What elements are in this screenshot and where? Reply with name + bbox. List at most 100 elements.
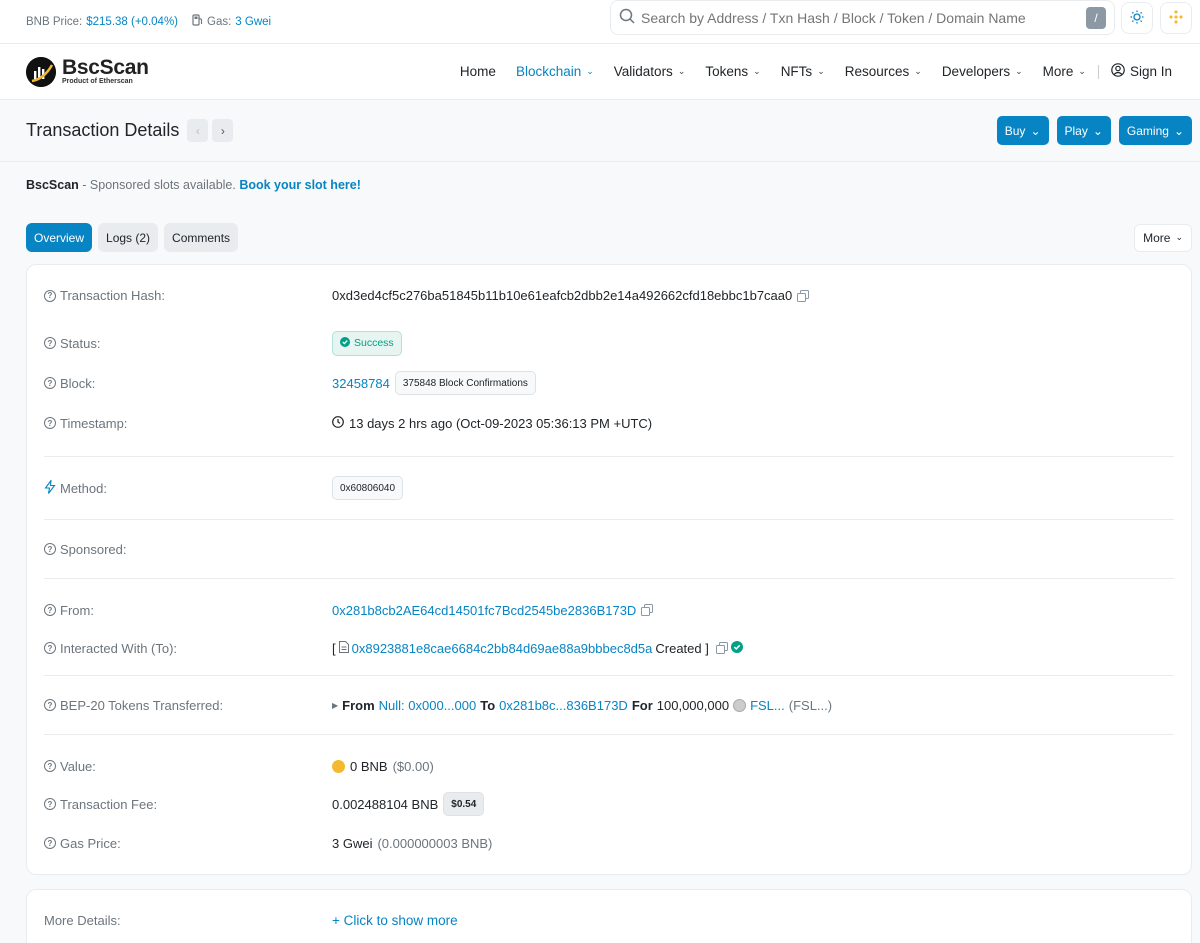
brand-tagline: Product of Etherscan bbox=[62, 78, 133, 85]
token-logo-icon bbox=[733, 698, 747, 712]
nav-item-blockchain[interactable]: Blockchain ⌄ bbox=[506, 64, 604, 79]
nav-divider bbox=[1097, 64, 1099, 79]
detail-row-block: ? Block: 32458784 375848 Block Confirmati… bbox=[44, 363, 1174, 403]
nav-item-validators[interactable]: Validators ⌄ bbox=[604, 64, 696, 79]
tab-logs[interactable]: Logs (2) bbox=[98, 223, 159, 252]
sign-in-label: Sign In bbox=[1129, 64, 1172, 79]
book-slot-link[interactable]: Book your slot here! bbox=[239, 178, 361, 192]
nav-item-label: Tokens bbox=[705, 64, 749, 79]
chevron-down-icon: ⌄ bbox=[1175, 232, 1183, 242]
nav-item-label: More bbox=[1042, 64, 1074, 79]
play-label: Play bbox=[1064, 123, 1088, 138]
search-input[interactable] bbox=[641, 9, 1086, 26]
tx-hash-value: 0xd3ed4cf5c276ba51845b11b10e61eafcb2dbb2… bbox=[332, 288, 793, 303]
brand-name: BscScan bbox=[62, 56, 149, 79]
bnb-price-value[interactable]: $215.38 (+0.04%) bbox=[86, 16, 178, 28]
main-navbar: BscScan Product of Etherscan Home Blockc… bbox=[0, 44, 1200, 100]
help-icon[interactable]: ? bbox=[44, 699, 56, 711]
nav-menu: Home Blockchain ⌄ Validators ⌄ Tokens ⌄ NFT… bbox=[450, 63, 1182, 80]
token-to-link[interactable]: 0x281b8c...836B173D bbox=[499, 698, 628, 713]
help-icon[interactable]: ? bbox=[44, 760, 56, 772]
tab-overview[interactable]: Overview bbox=[26, 223, 93, 252]
value-usd: ($0.00) bbox=[392, 758, 434, 774]
page-title: Transaction Details bbox=[26, 120, 180, 140]
contract-address-link[interactable]: 0x8923881e8cae6684c2bb84d69ae88a9bbbec8d… bbox=[352, 641, 653, 656]
nav-item-nfts[interactable]: NFTs ⌄ bbox=[771, 64, 835, 79]
help-icon[interactable]: ? bbox=[44, 417, 56, 429]
block-label: Block: bbox=[60, 375, 96, 391]
tokens-transferred-label: BEP-20 Tokens Transferred: bbox=[60, 697, 224, 713]
nav-item-developers[interactable]: Developers ⌄ bbox=[932, 64, 1033, 79]
detail-row-timestamp: ? Timestamp: 13 days 2 hrs ago (Oct-09-20… bbox=[44, 403, 1174, 443]
sun-icon bbox=[1130, 10, 1144, 27]
value-label: Value: bbox=[60, 758, 96, 774]
nav-item-label: Home bbox=[459, 64, 496, 79]
nav-item-label: NFTs bbox=[780, 64, 813, 79]
play-button[interactable]: Play ⌄ bbox=[1056, 116, 1111, 145]
help-icon[interactable]: ? bbox=[44, 642, 56, 654]
caret-right-icon: ▶ bbox=[332, 700, 339, 710]
bscscan-logo-icon bbox=[26, 56, 56, 87]
status-label: Status: bbox=[60, 335, 101, 351]
help-icon[interactable]: ? bbox=[44, 289, 56, 302]
nav-item-more[interactable]: More ⌄ bbox=[1033, 64, 1096, 79]
detail-row-method: Method: 0x60806040 bbox=[44, 457, 1174, 519]
buy-button[interactable]: Buy ⌄ bbox=[996, 116, 1049, 145]
prev-transaction-button[interactable]: ‹ bbox=[187, 119, 209, 142]
method-badge: 0x60806040 bbox=[332, 476, 404, 500]
nav-item-home[interactable]: Home bbox=[450, 64, 506, 79]
detail-row-fee: ? Transaction Fee: 0.002488104 BNB $0.54 bbox=[44, 792, 1174, 816]
clock-icon bbox=[332, 415, 344, 431]
from-address-link[interactable]: 0x281b8cb2AE64cd14501fc7Bcd2545be2836B17… bbox=[332, 603, 636, 618]
fee-amount: 0.002488104 BNB bbox=[332, 796, 439, 812]
copy-icon[interactable] bbox=[797, 289, 810, 302]
help-icon[interactable]: ? bbox=[44, 337, 56, 349]
next-transaction-button[interactable]: › bbox=[212, 119, 234, 142]
gas-value[interactable]: 3 Gwei bbox=[235, 16, 271, 28]
chevron-down-icon: ⌄ bbox=[1015, 66, 1023, 76]
token-to-keyword: To bbox=[480, 697, 496, 713]
more-details-label: More Details: bbox=[44, 912, 121, 928]
sponsored-label: Sponsored: bbox=[60, 541, 127, 557]
bscscan-logo[interactable]: BscScan Product of Etherscan bbox=[26, 56, 149, 87]
help-icon[interactable]: ? bbox=[44, 837, 56, 849]
token-amount: 100,000,000 bbox=[656, 697, 730, 713]
chevron-down-icon: ⌄ bbox=[1078, 66, 1086, 76]
gas-pump-icon bbox=[192, 14, 203, 29]
token-from-link[interactable]: Null: 0x000...000 bbox=[379, 698, 477, 713]
help-icon[interactable]: ? bbox=[44, 377, 56, 389]
detail-row-status: ? Status: Success bbox=[44, 323, 1174, 363]
more-label: More bbox=[1143, 230, 1171, 245]
chevron-down-icon: ⌄ bbox=[586, 66, 594, 76]
gas-price-label: Gas Price: bbox=[60, 835, 121, 851]
sign-in-link[interactable]: Sign In bbox=[1101, 63, 1182, 80]
method-label: Method: bbox=[60, 480, 107, 496]
transaction-details-card: ? Transaction Hash: 0xd3ed4cf5c276ba51845… bbox=[26, 264, 1192, 875]
detail-row-sponsored: ? Sponsored: bbox=[44, 520, 1174, 578]
tab-comments[interactable]: Comments bbox=[164, 223, 239, 252]
bnb-network-button[interactable] bbox=[1160, 2, 1192, 34]
status-text: Success bbox=[354, 337, 394, 349]
to-label: Interacted With (To): bbox=[60, 640, 178, 656]
help-icon[interactable]: ? bbox=[44, 798, 56, 810]
block-number-link[interactable]: 32458784 bbox=[332, 376, 390, 391]
chevron-down-icon: ⌄ bbox=[1030, 123, 1041, 138]
help-icon[interactable]: ? bbox=[44, 604, 56, 616]
nav-item-label: Blockchain bbox=[515, 64, 582, 79]
nav-item-tokens[interactable]: Tokens ⌄ bbox=[695, 64, 770, 79]
token-from-keyword: From bbox=[342, 697, 375, 713]
help-icon[interactable]: ? bbox=[44, 543, 56, 555]
chevron-down-icon: ⌄ bbox=[817, 66, 825, 76]
show-more-link[interactable]: + Click to show more bbox=[332, 913, 458, 928]
more-dropdown-button[interactable]: More ⌄ bbox=[1134, 223, 1192, 252]
token-name-link[interactable]: FSL... bbox=[750, 698, 785, 713]
nav-item-label: Validators bbox=[613, 64, 673, 79]
nav-item-label: Resources bbox=[844, 64, 910, 79]
copy-icon[interactable] bbox=[641, 604, 654, 616]
copy-icon[interactable] bbox=[715, 642, 728, 654]
nav-item-resources[interactable]: Resources ⌄ bbox=[835, 64, 932, 79]
detail-row-interacted-with: ? Interacted With (To): [ 0x8923881e8cae6… bbox=[44, 639, 1174, 657]
gaming-button[interactable]: Gaming ⌄ bbox=[1118, 116, 1192, 145]
theme-toggle-button[interactable] bbox=[1121, 2, 1153, 34]
detail-row-tx-hash: ? Transaction Hash: 0xd3ed4cf5c276ba51845… bbox=[44, 265, 1174, 323]
